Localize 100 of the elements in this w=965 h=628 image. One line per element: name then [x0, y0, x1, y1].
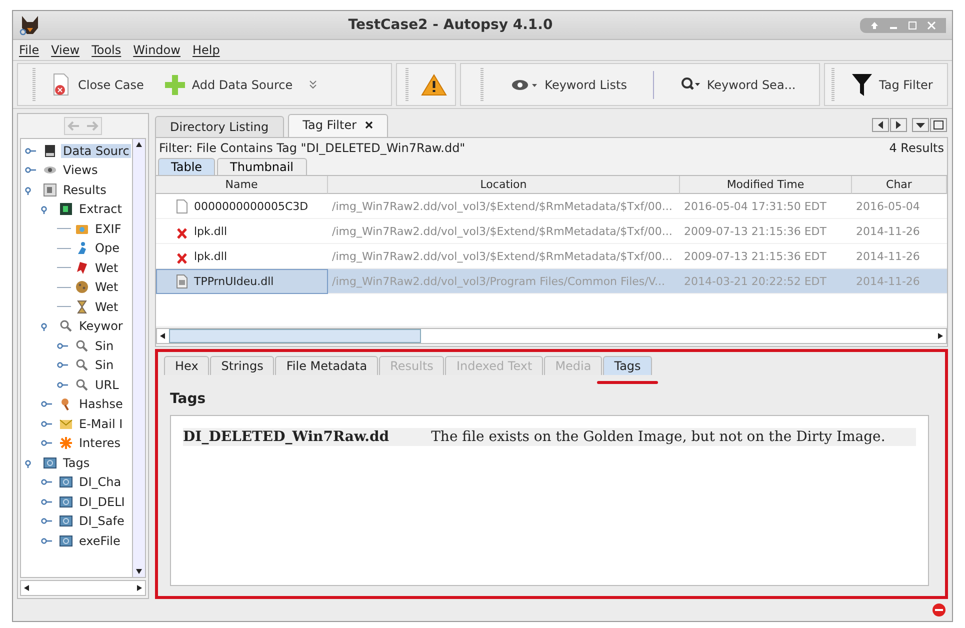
collapsed-handle-icon[interactable] — [41, 477, 55, 488]
tree-item[interactable]: Sin — [93, 358, 116, 372]
content-tab[interactable]: File Metadata — [275, 356, 378, 375]
tree-item[interactable]: EXIF — [93, 222, 124, 236]
keyword-lists-button[interactable]: Keyword Lists — [506, 74, 631, 96]
close-tab-icon[interactable] — [364, 121, 373, 129]
table-cell: /img_Win7Raw2.dd/vol_vol3/$Extend/$RmMetadata/$Txf/00... — [328, 219, 680, 244]
tree-item[interactable]: E-Mail I — [77, 416, 125, 431]
tree-item[interactable]: Results — [61, 182, 108, 197]
content-tab[interactable]: Strings — [210, 356, 274, 375]
menu-item[interactable]: File — [19, 43, 40, 57]
tree-item[interactable]: URL — [93, 378, 121, 392]
tree-item[interactable]: Keywor — [77, 319, 125, 334]
plus-icon — [164, 74, 186, 96]
section-heading: Tags — [170, 391, 207, 407]
tree-item[interactable]: Ope — [93, 241, 122, 256]
vertical-scrollbar[interactable] — [132, 139, 145, 577]
scroll-right-arrow-icon[interactable] — [936, 332, 944, 340]
editor-tab[interactable]: Directory Listing — [155, 116, 284, 137]
horizontal-scrollbar[interactable] — [20, 580, 146, 596]
menu-item[interactable]: Help — [192, 43, 220, 57]
tagfolder-icon — [59, 475, 73, 490]
grip-icon[interactable] — [831, 68, 835, 102]
library-file-icon — [176, 274, 188, 288]
tree-item[interactable]: Tags — [61, 456, 92, 470]
table-cell: 2014-11-26 — [852, 219, 947, 244]
tree-item[interactable]: exeFile — [77, 534, 122, 548]
maximize-icon[interactable] — [908, 20, 917, 30]
tree-item[interactable]: Views — [61, 163, 100, 178]
search-icon — [75, 338, 89, 353]
collapsed-handle-icon[interactable] — [41, 438, 55, 448]
search-icon — [75, 378, 89, 392]
window-title: TestCase2 - Autopsy 4.1.0 — [347, 17, 554, 33]
collapsed-handle-icon[interactable] — [25, 146, 39, 156]
menu-item[interactable]: Tools — [92, 43, 122, 57]
person-icon — [75, 241, 89, 256]
content-tab[interactable]: Tags — [603, 356, 652, 375]
cookie-icon — [75, 280, 89, 294]
funnel-icon — [851, 72, 873, 96]
collapsed-handle-icon[interactable] — [57, 380, 71, 390]
scroll-up-arrow-icon[interactable] — [135, 141, 143, 149]
search-icon — [75, 358, 89, 372]
tree-item[interactable]: DI_DELI — [77, 494, 127, 509]
collapsed-handle-icon[interactable] — [41, 399, 55, 410]
tree-item[interactable]: Wet — [93, 260, 120, 275]
app-logo-icon — [19, 14, 41, 36]
table-cell: /img_Win7Raw2.dd/vol_vol3/Program Files/Common Files/V... — [328, 269, 680, 294]
collapsed-handle-icon[interactable] — [41, 536, 55, 546]
content-tab[interactable]: Hex — [164, 356, 210, 375]
document-icon — [176, 198, 188, 214]
tree-item[interactable]: Interes — [77, 436, 123, 450]
grip-icon[interactable] — [32, 68, 36, 102]
tree-item[interactable]: Sin — [93, 338, 116, 353]
menu-item[interactable]: Window — [133, 43, 180, 57]
scroll-left-arrow-icon[interactable] — [23, 584, 31, 592]
collapsed-handle-icon[interactable] — [25, 165, 39, 176]
scroll-right-arrow-icon[interactable] — [135, 584, 143, 592]
tree-item[interactable]: Hashse — [77, 397, 125, 412]
search-dropdown-icon — [680, 76, 701, 92]
collapsed-handle-icon[interactable] — [41, 418, 55, 429]
grip-icon[interactable] — [480, 68, 484, 102]
tagfolder-icon — [59, 534, 73, 548]
bookmark-icon — [75, 260, 89, 275]
tab-controls-icon[interactable] — [872, 118, 948, 132]
table-cell: 2016-05-04 17:31:50 EDT — [680, 194, 852, 219]
column-header[interactable]: Char — [852, 176, 947, 194]
view-tab[interactable]: Thumbnail — [217, 158, 307, 175]
column-header[interactable]: Location — [328, 176, 680, 194]
result-count: 4 Results — [889, 141, 944, 155]
close-case-button[interactable]: Close Case — [48, 68, 148, 100]
tree-item[interactable]: Wet — [93, 280, 120, 294]
view-tab[interactable]: Table — [158, 158, 216, 175]
editor-tab[interactable]: Tag Filter — [288, 114, 388, 137]
close-icon[interactable] — [927, 20, 936, 30]
scroll-left-arrow-icon[interactable] — [159, 332, 167, 340]
overflow-chevron-icon[interactable] — [308, 80, 317, 90]
column-header[interactable]: Name — [156, 176, 328, 194]
tagfolder-icon — [59, 494, 73, 509]
column-header[interactable]: Modified Time — [680, 176, 852, 194]
table-cell: 2016-05-04 — [852, 194, 947, 219]
star-icon — [59, 436, 73, 450]
tree-item[interactable]: DI_Safe — [77, 514, 126, 528]
tree-item[interactable]: Data Sourc — [61, 144, 132, 158]
tree-item[interactable]: Wet — [93, 300, 120, 314]
collapsed-handle-icon[interactable] — [57, 360, 71, 370]
collapsed-handle-icon[interactable] — [41, 496, 55, 507]
grip-icon[interactable] — [405, 68, 409, 102]
table-cell: 2009-07-13 21:15:36 EDT — [680, 219, 852, 244]
collapsed-handle-icon[interactable] — [57, 340, 71, 351]
horizontal-scrollbar[interactable] — [156, 328, 947, 344]
warning-icon[interactable] — [421, 74, 447, 96]
scroll-down-arrow-icon[interactable] — [135, 567, 143, 575]
tree-item[interactable]: Extract — [77, 202, 124, 216]
tagfolder-icon — [59, 514, 73, 528]
keyword-search-button[interactable]: Keyword Sea... — [676, 72, 800, 96]
menu-item[interactable]: View — [51, 43, 80, 57]
error-icon[interactable] — [932, 603, 946, 617]
collapsed-handle-icon[interactable] — [41, 516, 55, 526]
add-data-source-button[interactable]: Add Data Source — [160, 70, 297, 100]
tree-item[interactable]: DI_Cha — [77, 475, 124, 490]
